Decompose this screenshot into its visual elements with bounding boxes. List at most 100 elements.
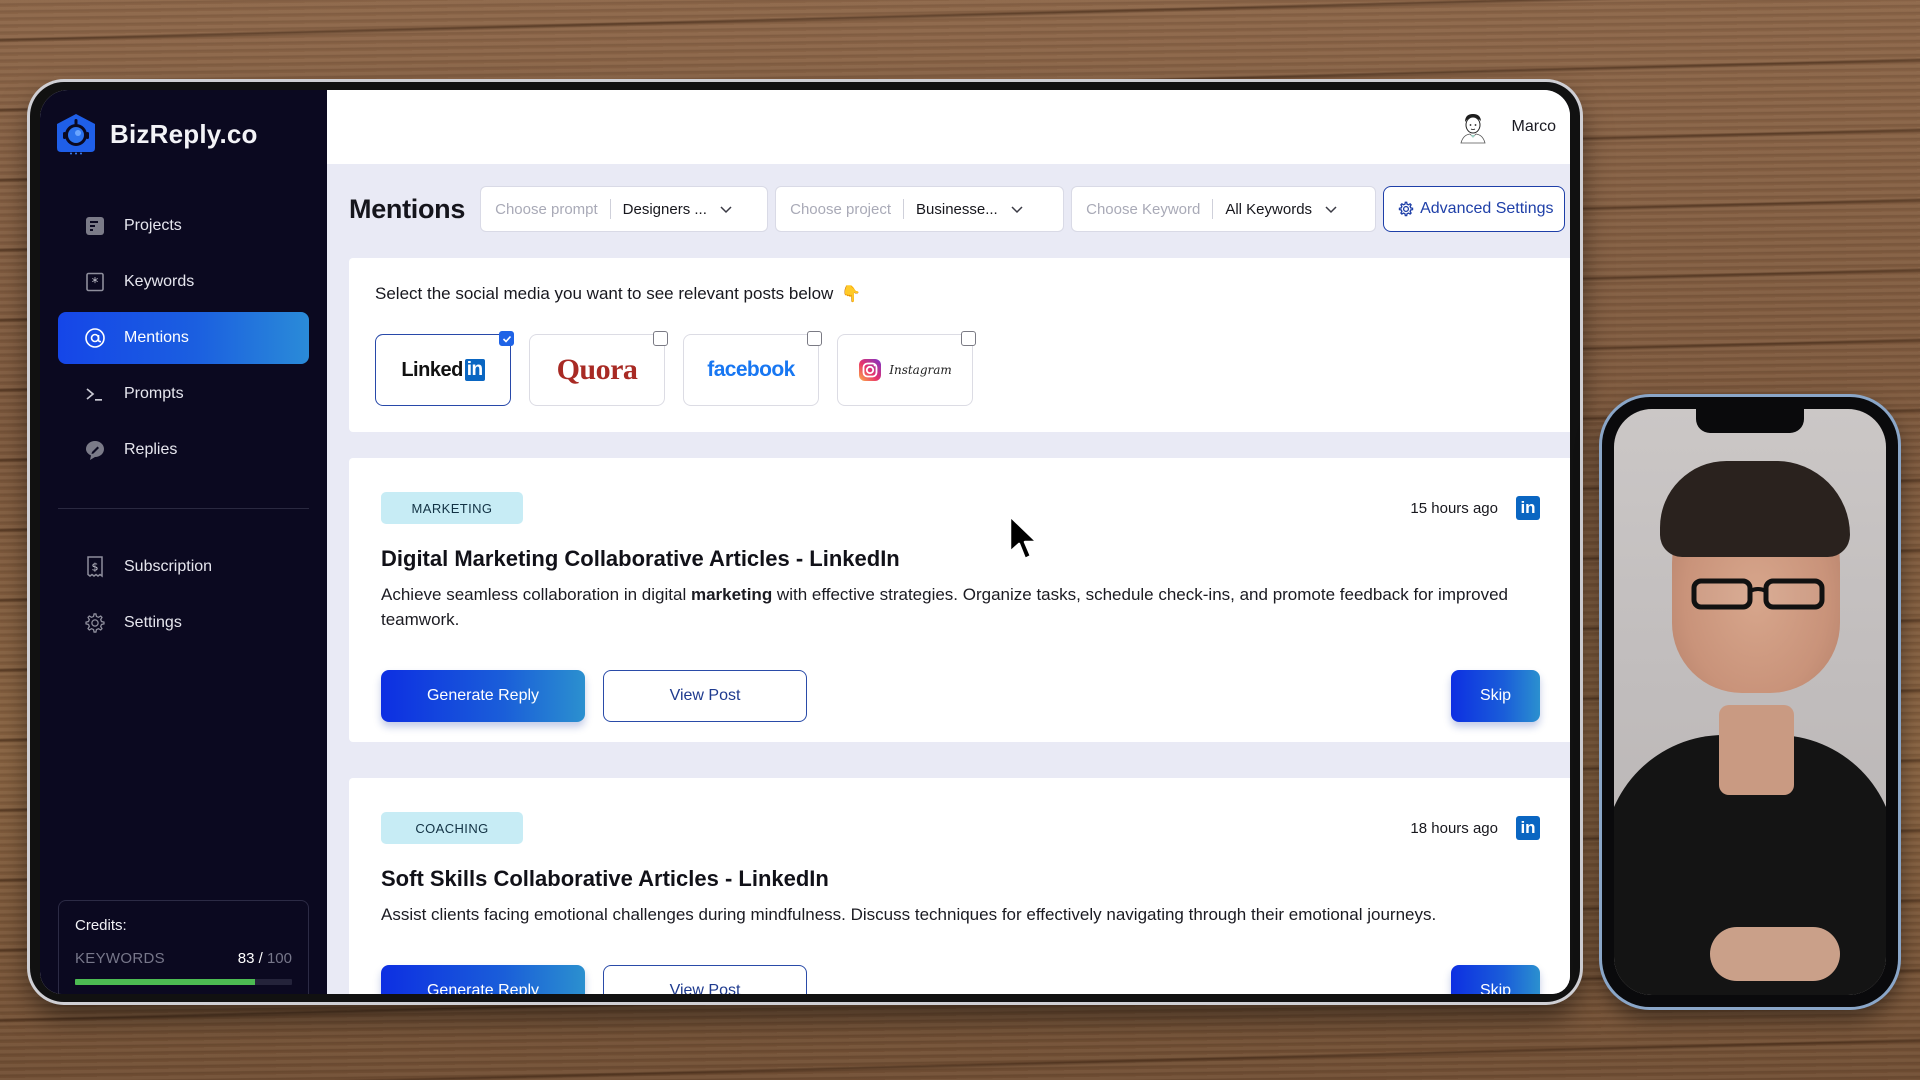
keyword-select-value: All Keywords: [1225, 200, 1313, 218]
skip-button[interactable]: Skip: [1451, 965, 1540, 994]
project-select-value: Businesse...: [916, 200, 998, 218]
avatar: [1456, 110, 1490, 144]
post-body: Assist clients facing emotional challeng…: [381, 902, 1540, 927]
skip-button[interactable]: Skip: [1451, 670, 1540, 722]
post-meta: 18 hours ago in: [1410, 816, 1540, 840]
sidebar-item-projects[interactable]: Projects: [58, 200, 309, 252]
social-options: Linked in Quora facebook Instagram: [375, 331, 1570, 406]
at-sign-icon: [84, 327, 106, 349]
post-actions: Generate Reply View Post Skip: [381, 670, 1540, 722]
view-post-button[interactable]: View Post: [603, 965, 807, 994]
keyword-select[interactable]: Choose Keyword All Keywords: [1071, 186, 1377, 232]
topbar: Marco: [327, 90, 1570, 164]
chevron-down-icon: [1011, 206, 1023, 214]
credits-total: 100: [266, 950, 292, 967]
facebook-checkbox[interactable]: [807, 331, 822, 346]
sidebar-item-prompts[interactable]: Prompts: [58, 368, 309, 420]
prompt-select-value: Designers ...: [622, 200, 707, 218]
social-prompt: Select the social media you want to see …: [375, 284, 1570, 304]
sidebar-item-settings[interactable]: Settings: [58, 597, 309, 649]
prompt-select[interactable]: Choose prompt Designers ...: [480, 186, 769, 232]
credits-row-keywords: KEYWORDS 83 / 100: [75, 950, 292, 967]
instagram-logo-icon: Instagram: [858, 358, 952, 382]
brand-name: BizReply.co: [110, 118, 258, 149]
post-title-text: Collaborative Articles - LinkedIn: [558, 546, 900, 571]
instagram-logo-text: Instagram: [889, 363, 952, 377]
sidebar: BizReply.co Projects * Keywords Mentions…: [40, 90, 327, 994]
post-body-text: Assist clients facing emotional challeng…: [381, 905, 1437, 924]
gear-icon: [84, 612, 106, 634]
instagram-checkbox[interactable]: [961, 331, 976, 346]
linkedin-logo-icon: Linked in: [401, 358, 485, 382]
main-area: Marco Mentions Choose prompt Designers .…: [327, 90, 1570, 994]
content: Mentions Choose prompt Designers ... Cho…: [327, 164, 1570, 994]
post-title: Digital Marketing Collaborative Articles…: [381, 546, 1540, 572]
receipt-dollar-icon: $: [84, 556, 106, 578]
post-title: Soft Skills Collaborative Articles - Lin…: [381, 866, 1540, 892]
post-meta: 15 hours ago in: [1410, 496, 1540, 520]
pointing-down-emoji-icon: 👇: [841, 286, 862, 303]
sidebar-item-mentions[interactable]: Mentions: [58, 312, 309, 364]
credits-title: Credits:: [75, 917, 127, 934]
post-category-tag: COACHING: [381, 812, 523, 844]
quora-checkbox[interactable]: [653, 331, 668, 346]
svg-text:*: *: [92, 276, 99, 291]
post-category-tag: MARKETING: [381, 492, 523, 524]
presenter-glasses-icon: [1691, 578, 1825, 610]
post-header: COACHING 18 hours ago in: [381, 812, 1540, 844]
social-option-facebook[interactable]: facebook: [683, 331, 822, 406]
chat-pencil-icon: [84, 439, 106, 461]
user-menu[interactable]: Marco: [1456, 110, 1556, 144]
linkedin-icon[interactable]: in: [1516, 816, 1540, 840]
post-card: COACHING 18 hours ago in Soft Skills Col…: [349, 778, 1570, 994]
credits-label: KEYWORDS: [75, 950, 165, 967]
presenter-hair: [1660, 461, 1850, 557]
sidebar-item-keywords[interactable]: * Keywords: [58, 256, 309, 308]
webcam-video: [1614, 409, 1886, 995]
credits-panel: Credits: KEYWORDS 83 / 100: [58, 900, 309, 994]
chevron-down-icon: [1325, 206, 1337, 214]
credits-used: 83: [237, 950, 255, 967]
tablet-device-frame: BizReply.co Projects * Keywords Mentions…: [30, 82, 1580, 1002]
sidebar-item-subscription[interactable]: $ Subscription: [58, 541, 309, 593]
sidebar-item-replies[interactable]: Replies: [58, 424, 309, 476]
view-post-button[interactable]: View Post: [603, 670, 807, 722]
phone-notch: [1696, 409, 1804, 433]
terminal-prompt-icon: [84, 383, 106, 405]
social-media-selector: Select the social media you want to see …: [349, 258, 1570, 432]
presenter-neck: [1719, 705, 1794, 795]
document-list-icon: [84, 215, 106, 237]
post-header: MARKETING 15 hours ago in: [381, 492, 1540, 524]
post-time: 18 hours ago: [1410, 819, 1498, 837]
advanced-settings-button[interactable]: Advanced Settings: [1383, 186, 1565, 232]
linkedin-logo-text: Linked: [401, 358, 463, 381]
asterisk-box-icon: *: [84, 271, 106, 293]
facebook-logo-icon: facebook: [707, 358, 795, 381]
generate-reply-button[interactable]: Generate Reply: [381, 670, 585, 722]
post-body-text: Achieve seamless collaboration in digita…: [381, 585, 691, 604]
filter-separator: [903, 199, 905, 219]
credits-separator: /: [258, 950, 263, 967]
brand[interactable]: BizReply.co: [40, 94, 327, 174]
mouse-cursor-icon: [1008, 514, 1039, 561]
linkedin-icon[interactable]: in: [1516, 496, 1540, 520]
social-option-linkedin[interactable]: Linked in: [375, 331, 514, 406]
post-title-text: Soft Skills Collaborative Articles - Lin…: [381, 866, 829, 891]
sidebar-item-label: Keywords: [124, 273, 195, 290]
post-body: Achieve seamless collaboration in digita…: [381, 582, 1540, 632]
keyword-select-placeholder: Choose Keyword: [1086, 200, 1201, 218]
post-title-text: Digital: [381, 546, 455, 571]
sidebar-item-label: Subscription: [124, 558, 213, 575]
social-option-quora[interactable]: Quora: [529, 331, 668, 406]
prompt-select-placeholder: Choose prompt: [495, 200, 598, 218]
presenter-hands: [1710, 927, 1840, 981]
generate-reply-button[interactable]: Generate Reply: [381, 965, 585, 994]
user-name: Marco: [1511, 118, 1556, 135]
project-select-placeholder: Choose project: [790, 200, 892, 218]
project-select[interactable]: Choose project Businesse...: [775, 186, 1065, 232]
social-option-instagram[interactable]: Instagram: [837, 331, 976, 406]
sidebar-item-label: Prompts: [124, 385, 184, 402]
app-screen: BizReply.co Projects * Keywords Mentions…: [40, 90, 1570, 994]
linkedin-checkbox[interactable]: [499, 331, 514, 346]
post-card: MARKETING 15 hours ago in Digital Market…: [349, 458, 1570, 742]
